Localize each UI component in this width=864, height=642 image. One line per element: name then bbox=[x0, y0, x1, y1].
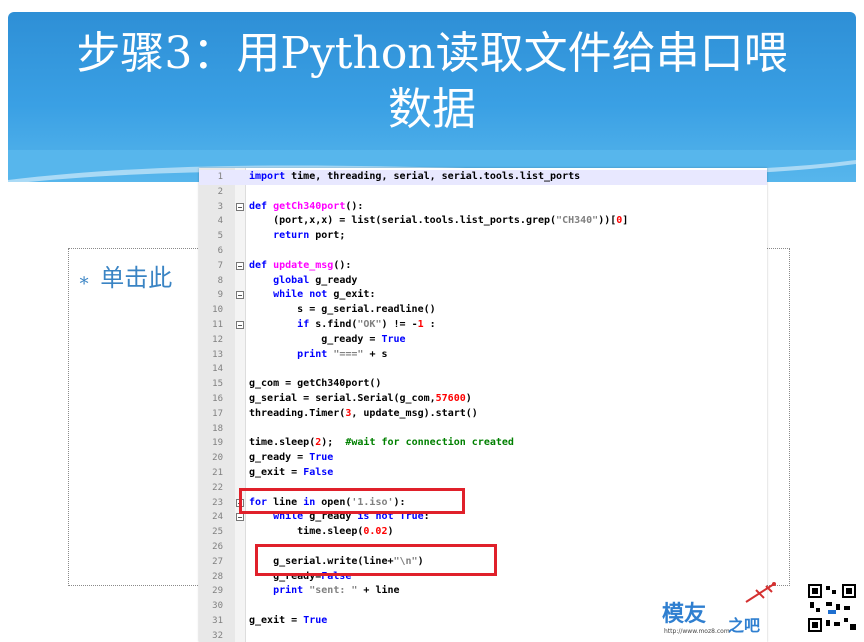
code-text: time.sleep(2); #wait for connection crea… bbox=[249, 437, 514, 449]
line-number: 30 bbox=[212, 601, 223, 612]
code-line: 19 time.sleep(2); #wait for connection cr… bbox=[199, 436, 767, 451]
line-number: 29 bbox=[212, 586, 223, 597]
code-text: g_ready = True bbox=[249, 452, 334, 464]
code-line: 15 g_com = getCh340port() bbox=[199, 377, 767, 392]
watermark-brand: 模友 bbox=[662, 602, 707, 627]
line-number: 9 bbox=[217, 290, 223, 301]
code-line: 7 def update_msg(): bbox=[199, 259, 767, 274]
placeholder-text-row: ∗ 单击此 bbox=[78, 258, 172, 293]
code-text: def update_msg(): bbox=[249, 259, 352, 271]
code-line: 12 g_ready = True bbox=[199, 333, 767, 348]
code-line: 21 g_exit = False bbox=[199, 466, 767, 481]
line-number: 3 bbox=[217, 201, 223, 212]
code-text: g_com = getCh340port() bbox=[249, 378, 382, 390]
code-line: 5 return port; bbox=[199, 229, 767, 244]
code-text: while not g_exit: bbox=[273, 289, 376, 301]
line-number: 23 bbox=[212, 497, 223, 508]
line-number: 19 bbox=[212, 438, 223, 449]
line-number: 16 bbox=[212, 394, 223, 404]
line-number: 10 bbox=[212, 305, 223, 316]
slide-title: 步骤3：用Python读取文件给串口喂 数据 bbox=[40, 26, 824, 138]
code-line: 11 if s.find("OK") != -1 : bbox=[199, 318, 767, 333]
line-number: 20 bbox=[212, 453, 223, 464]
code-text: print "===" + s bbox=[297, 348, 388, 360]
line-number: 12 bbox=[212, 334, 223, 345]
code-line: 25 time.sleep(0.02) bbox=[199, 525, 767, 540]
code-line: 10 s = g_serial.readline() bbox=[199, 303, 767, 318]
watermark-suffix: 之吧 bbox=[728, 616, 761, 635]
line-number: 25 bbox=[212, 527, 223, 538]
code-text: g_serial = serial.Serial(g_com,57600) bbox=[249, 393, 472, 404]
code-text: (port,x,x) = list(serial.tools.list_port… bbox=[249, 215, 629, 227]
line-number: 1 bbox=[217, 172, 223, 182]
fold-toggle-icon bbox=[236, 202, 244, 211]
fold-toggle-icon bbox=[236, 513, 244, 522]
code-text: def getCh340port(): bbox=[249, 200, 364, 212]
code-text: import time, threading, serial, serial.t… bbox=[249, 171, 581, 182]
code-text: s = g_serial.readline() bbox=[249, 304, 436, 316]
code-text: g_exit = False bbox=[249, 467, 334, 478]
line-number: 7 bbox=[217, 260, 223, 271]
highlight-box-for-loop bbox=[239, 488, 465, 514]
code-text: g_exit = True bbox=[249, 615, 328, 626]
line-number: 21 bbox=[212, 468, 223, 478]
bullet-icon: ∗ bbox=[78, 270, 91, 291]
slide-title-line2: 数据 bbox=[388, 84, 476, 135]
code-line: 20 g_ready = True bbox=[199, 451, 767, 466]
code-line: 2 bbox=[199, 185, 767, 200]
code-text: threading.Timer(3, update_msg).start() bbox=[249, 407, 478, 419]
code-line: 9 while not g_exit: bbox=[199, 288, 767, 303]
code-text: global g_ready bbox=[273, 274, 358, 286]
line-number: 28 bbox=[212, 571, 223, 582]
code-line: 14 bbox=[199, 362, 767, 377]
qr-code-icon bbox=[808, 584, 856, 632]
line-number: 31 bbox=[212, 616, 223, 626]
line-number: 14 bbox=[212, 364, 223, 375]
line-number: 5 bbox=[217, 231, 223, 242]
code-text: print "sent: " + line bbox=[273, 585, 400, 597]
code-text: time.sleep(0.02) bbox=[249, 526, 394, 538]
code-line: 18 bbox=[199, 422, 767, 437]
placeholder-text: 单击此 bbox=[100, 264, 173, 292]
line-number: 27 bbox=[212, 556, 223, 567]
code-line: 17 threading.Timer(3, update_msg).start() bbox=[199, 407, 767, 422]
watermark-url: http://www.moz8.com bbox=[664, 628, 730, 635]
code-line: 13 print "===" + s bbox=[199, 348, 767, 363]
line-number: 15 bbox=[212, 379, 223, 390]
line-number: 26 bbox=[212, 542, 223, 552]
code-editor-screenshot: 1 import time, threading, serial, serial.… bbox=[199, 168, 767, 642]
line-number: 11 bbox=[212, 320, 223, 330]
plane-logo-icon bbox=[745, 582, 776, 603]
line-number: 18 bbox=[212, 423, 223, 434]
code-line: 4 (port,x,x) = list(serial.tools.list_po… bbox=[199, 214, 767, 229]
code-line: 8 global g_ready bbox=[199, 274, 767, 289]
line-number: 24 bbox=[212, 512, 223, 523]
line-number: 8 bbox=[217, 275, 223, 286]
code-line: 1 import time, threading, serial, serial.… bbox=[199, 170, 767, 185]
line-number: 17 bbox=[212, 408, 223, 419]
code-line: 16 g_serial = serial.Serial(g_com,57600) bbox=[199, 392, 767, 407]
code-text: return port; bbox=[273, 230, 346, 242]
code-line: 3 def getCh340port(): bbox=[199, 200, 767, 215]
line-number: 22 bbox=[212, 482, 223, 493]
code-text: if s.find("OK") != -1 : bbox=[297, 319, 436, 330]
line-number: 6 bbox=[217, 246, 223, 256]
line-number: 4 bbox=[217, 216, 223, 227]
fold-toggle-icon bbox=[236, 261, 244, 270]
line-number: 2 bbox=[217, 186, 223, 197]
highlight-box-serial-write bbox=[255, 544, 497, 576]
line-number: 32 bbox=[212, 630, 223, 641]
fold-toggle-icon bbox=[236, 321, 244, 329]
code-line: 6 bbox=[199, 244, 767, 259]
slide-title-line1: 步骤3：用Python读取文件给串口喂 bbox=[76, 28, 788, 79]
line-number: 13 bbox=[212, 349, 223, 360]
fold-toggle-icon bbox=[236, 291, 244, 300]
code-text: g_ready = True bbox=[249, 333, 406, 345]
